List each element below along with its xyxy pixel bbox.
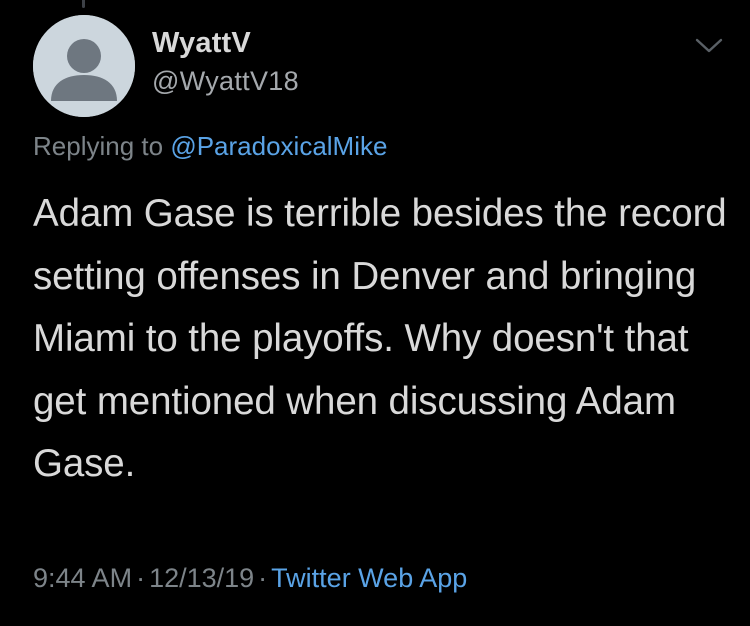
avatar[interactable] [33, 15, 135, 117]
thread-connector-line [82, 0, 85, 8]
tweet-text: Adam Gase is terrible besides the record… [33, 192, 727, 485]
tweet-metadata: 9:44 AM · 12/13/19 · Twitter Web App [33, 563, 467, 594]
meta-separator: · [136, 563, 146, 593]
meta-separator: · [258, 563, 268, 593]
replying-to-line: Replying to @ParadoxicalMike [33, 131, 387, 162]
tweet-time[interactable]: 9:44 AM [33, 563, 132, 593]
tweet-source-link[interactable]: Twitter Web App [271, 563, 467, 593]
replying-to-label: Replying to [33, 131, 164, 161]
reply-mention-link[interactable]: @ParadoxicalMike [170, 131, 387, 161]
chevron-down-icon[interactable] [694, 35, 724, 57]
default-avatar-icon [33, 15, 135, 117]
author-handle[interactable]: @WyattV18 [152, 66, 299, 97]
tweet-date[interactable]: 12/13/19 [149, 563, 254, 593]
author-display-name[interactable]: WyattV [152, 27, 251, 60]
